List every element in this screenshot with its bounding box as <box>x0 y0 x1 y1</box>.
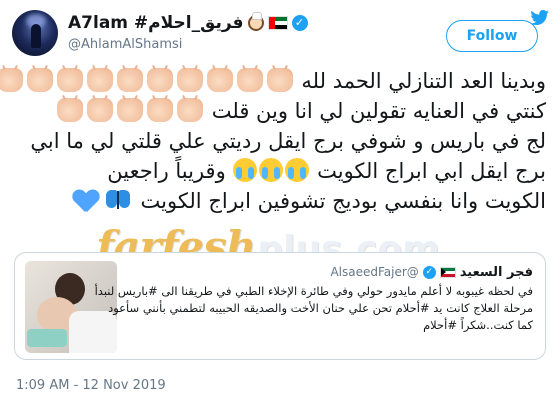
follow-button[interactable]: Follow <box>446 20 538 52</box>
tweet-line-text: الكويت وانا بنفسي بوديج تشوفين ابراج الك… <box>140 189 547 213</box>
verified-badge-icon: ✓ <box>422 265 436 279</box>
avatar-figure <box>31 24 41 48</box>
tweet-body: وبدينا العد التنازلي الحمد لله كنتي في ا… <box>0 66 546 216</box>
clapping-hands-icon <box>177 98 204 122</box>
uae-flag-icon <box>267 16 288 30</box>
account-handle[interactable]: @AhlamAlShamsi <box>68 37 182 52</box>
quoted-line: في لحظه غيبوبه لا أعلم مايدور حولي وفي ط… <box>94 284 533 298</box>
tweet-header: A7lam #فريق_احلام ✓ @AhlamAlShamsi Follo… <box>12 10 549 58</box>
verified-badge-icon: ✓ <box>291 15 308 31</box>
tweet-line-text: كنتي في العنايه تقولين لي انا وين قلت <box>211 99 546 123</box>
quoted-tweet-text: في لحظه غيبوبه لا أعلم مايدور حولي وفي ط… <box>94 283 533 334</box>
kuwait-flag-icon <box>439 266 456 278</box>
quoted-tweet-header: فجر السعيد ✓ @AlsaeedFajer <box>330 263 533 281</box>
tweet-line-1: وبدينا العد التنازلي الحمد لله <box>0 66 546 96</box>
clapping-hands-icon <box>87 98 114 122</box>
clapping-hands-icon <box>26 68 53 92</box>
clapping-hands-icon <box>147 98 174 122</box>
tweet-line-text: برج ايقل ابي ابراج الكويت <box>317 159 546 183</box>
quoted-line: كما كنت..شكراً #أحلام <box>423 318 533 332</box>
loudly-crying-face-icon <box>233 158 258 182</box>
tweet-line-4: برج ايقل ابي ابراج الكويت وقريباً راجعين <box>14 156 546 186</box>
display-name-row[interactable]: A7lam #فريق_احلام ✓ <box>68 12 308 34</box>
clapping-hands-icon <box>236 68 263 92</box>
girl-emoji-icon <box>247 12 264 31</box>
quoted-tweet-card[interactable]: فجر السعيد ✓ @AlsaeedFajer في لحظه غيبوب… <box>14 252 546 360</box>
clapping-hands-icon <box>116 68 143 92</box>
quoted-display-name[interactable]: فجر السعيد <box>460 265 533 280</box>
clapping-hands-icon <box>117 98 144 122</box>
tweet-line-5: الكويت وانا بنفسي بوديج تشوفين ابراج الك… <box>14 186 546 216</box>
clapping-hands-icon <box>0 68 23 92</box>
image-clothing <box>69 311 117 353</box>
clapping-hands-icon <box>266 68 293 92</box>
loudly-crying-face-icon <box>285 158 310 182</box>
blue-heart-icon <box>73 188 99 212</box>
quoted-tweet-image[interactable] <box>25 261 117 353</box>
tweet-line-text: وقريباً راجعين <box>107 159 226 183</box>
clapping-hands-icon <box>56 68 83 92</box>
tweet-timestamp[interactable]: 1:09 AM - 12 Nov 2019 <box>16 378 166 393</box>
tweet-line-text: وبدينا العد التنازلي الحمد لله <box>301 69 546 93</box>
butterfly-body <box>116 191 119 209</box>
loudly-crying-face-icon <box>259 158 284 182</box>
quoted-line: مرحلة العلاج كانت يد #أحلام تحن علي حنان… <box>108 301 533 315</box>
clapping-hands-icon <box>86 68 113 92</box>
clapping-hands-icon <box>176 68 203 92</box>
clapping-hands-icon <box>146 68 173 92</box>
avatar[interactable] <box>12 10 58 56</box>
display-name[interactable]: A7lam #فريق_احلام <box>68 13 244 33</box>
tweet-line-3: لج في باريس و شوفي برج ايقل رديتي علي قل… <box>30 129 546 153</box>
twitter-bird-icon <box>530 10 549 26</box>
tweet-line-2: كنتي في العنايه تقولين لي انا وين قلت <box>14 96 546 126</box>
clapping-hands-icon <box>57 98 84 122</box>
image-medical-tube <box>27 329 67 347</box>
quoted-handle[interactable]: @AlsaeedFajer <box>330 265 418 279</box>
butterfly-icon <box>105 188 131 212</box>
clapping-hands-icon <box>206 68 233 92</box>
